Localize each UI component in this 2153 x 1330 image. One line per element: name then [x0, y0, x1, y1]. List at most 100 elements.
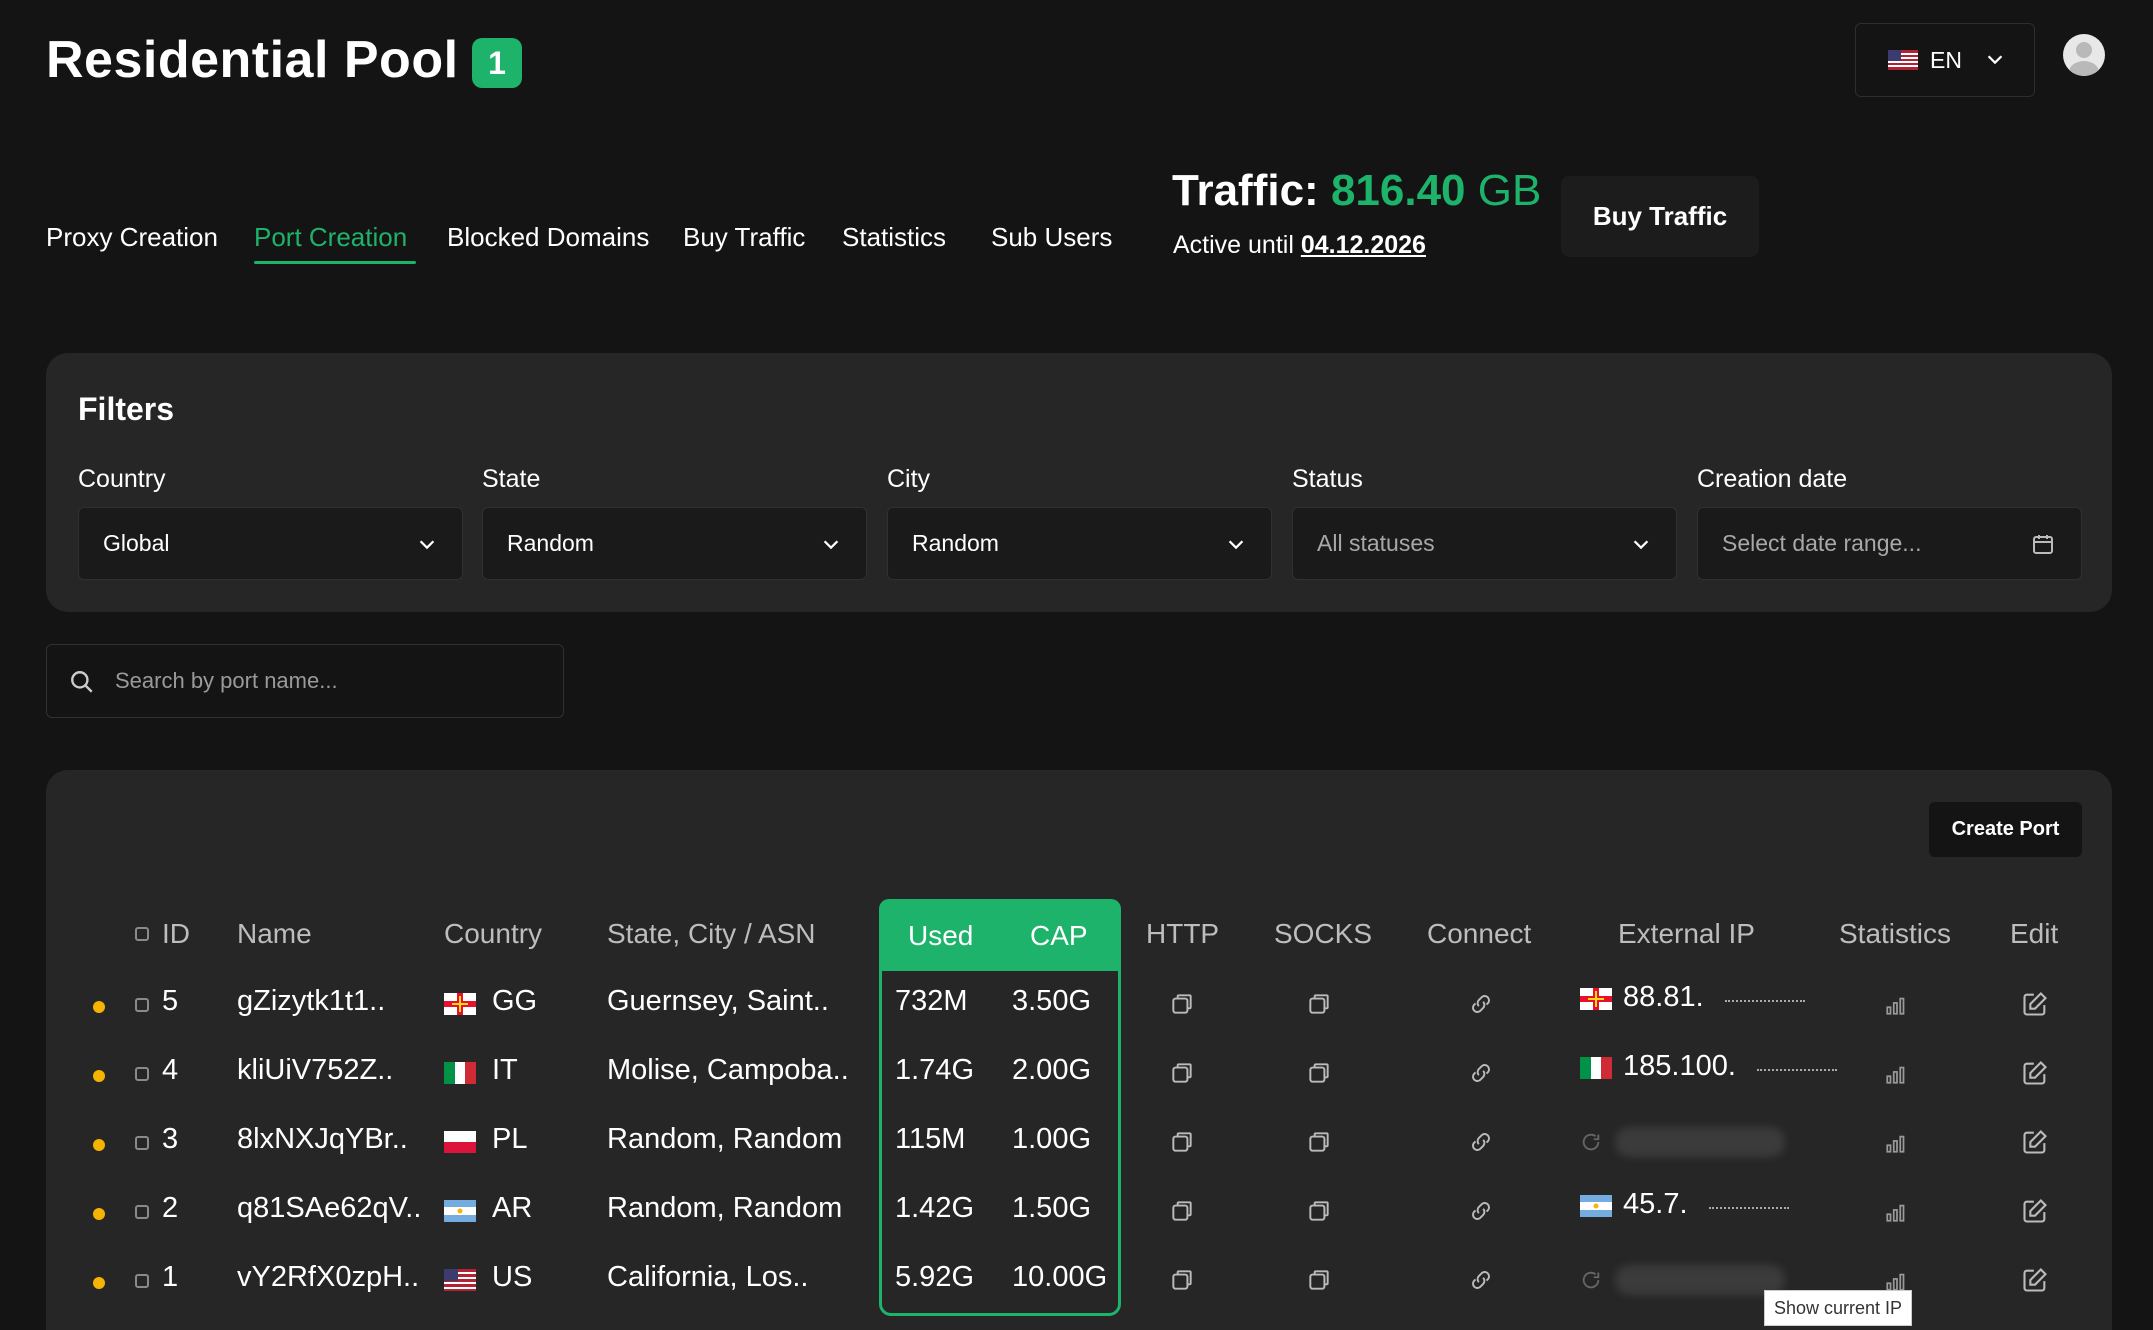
tab-blocked-domains[interactable]: Blocked Domains [447, 222, 649, 253]
select-all-checkbox[interactable] [135, 927, 149, 941]
bar-chart-icon[interactable] [1884, 1129, 1910, 1155]
city-select-value: Random [912, 530, 999, 556]
edit-icon[interactable] [2021, 990, 2049, 1018]
copy-http-button[interactable] [1169, 1060, 1195, 1091]
copy-icon[interactable] [1306, 1129, 1332, 1155]
row-checkbox[interactable] [135, 1067, 149, 1081]
refresh-ip-button[interactable] [1580, 1269, 1602, 1296]
row-checkbox[interactable] [135, 998, 149, 1012]
copy-socks-button[interactable] [1306, 1129, 1332, 1160]
edit-icon[interactable] [2021, 1197, 2049, 1225]
col-external-ip: External IP [1618, 918, 1755, 949]
connect-link-button[interactable] [1468, 1267, 1494, 1298]
link-icon[interactable] [1468, 1060, 1494, 1086]
copy-icon[interactable] [1306, 1267, 1332, 1293]
statistics-button[interactable] [1884, 1129, 1910, 1160]
row-country-flag [444, 993, 476, 1020]
edit-icon[interactable] [2021, 1059, 2049, 1087]
refresh-icon[interactable] [1580, 1269, 1602, 1291]
row-checkbox[interactable] [135, 1136, 149, 1150]
row-checkbox[interactable] [135, 1274, 149, 1288]
copy-socks-button[interactable] [1306, 1060, 1332, 1091]
tab-buy-traffic[interactable]: Buy Traffic [683, 222, 805, 253]
copy-icon[interactable] [1306, 991, 1332, 1017]
copy-icon[interactable] [1169, 1267, 1195, 1293]
copy-socks-button[interactable] [1306, 991, 1332, 1022]
row-name[interactable]: kliUiV752Z.. [237, 1054, 393, 1087]
edit-button[interactable] [2021, 1128, 2049, 1161]
ip-flag [1580, 988, 1612, 1015]
row-name[interactable]: 8lxNXJqYBr.. [237, 1123, 408, 1156]
copy-http-button[interactable] [1169, 1129, 1195, 1160]
count-badge: 1 [472, 38, 522, 88]
col-id[interactable]: ID [162, 918, 190, 950]
bar-chart-icon[interactable] [1884, 1198, 1910, 1224]
col-state-city-asn[interactable]: State, City / ASN [607, 918, 816, 950]
link-icon[interactable] [1468, 991, 1494, 1017]
edit-button[interactable] [2021, 1197, 2049, 1230]
tab-port-creation[interactable]: Port Creation [254, 222, 407, 253]
bar-chart-icon[interactable] [1884, 1060, 1910, 1086]
tab-proxy-creation[interactable]: Proxy Creation [46, 222, 218, 253]
tab-statistics[interactable]: Statistics [842, 222, 946, 253]
copy-socks-button[interactable] [1306, 1267, 1332, 1298]
statistics-button[interactable] [1884, 1198, 1910, 1229]
state-select[interactable]: Random [482, 507, 867, 580]
active-until-date[interactable]: 04.12.2026 [1301, 231, 1426, 259]
copy-http-button[interactable] [1169, 1267, 1195, 1298]
create-port-button[interactable]: Create Port [1929, 802, 2082, 857]
col-country[interactable]: Country [444, 918, 542, 950]
row-id: 1 [162, 1261, 179, 1293]
col-cap[interactable]: CAP [1030, 920, 1088, 952]
search-icon [71, 671, 93, 693]
row-name[interactable]: gZizytk1t1.. [237, 985, 385, 1018]
row-name[interactable]: vY2RfX0zpH.. [237, 1261, 419, 1294]
copy-icon[interactable] [1306, 1060, 1332, 1086]
bar-chart-icon[interactable] [1884, 991, 1910, 1017]
status-select[interactable]: All statuses [1292, 507, 1677, 580]
connect-link-button[interactable] [1468, 991, 1494, 1022]
link-icon[interactable] [1468, 1267, 1494, 1293]
edit-button[interactable] [2021, 990, 2049, 1023]
buy-traffic-button[interactable]: Buy Traffic [1561, 176, 1759, 257]
connect-link-button[interactable] [1468, 1129, 1494, 1160]
connect-link-button[interactable] [1468, 1198, 1494, 1229]
search-input[interactable]: Search by port name... [46, 644, 564, 718]
link-icon[interactable] [1468, 1198, 1494, 1224]
refresh-icon[interactable] [1580, 1131, 1602, 1153]
statistics-button[interactable] [1884, 1060, 1910, 1091]
date-range-input[interactable]: Select date range... [1697, 507, 2082, 580]
copy-http-button[interactable] [1169, 991, 1195, 1022]
city-select[interactable]: Random [887, 507, 1272, 580]
row-country-flag [444, 1131, 476, 1158]
edit-button[interactable] [2021, 1266, 2049, 1299]
calendar-icon[interactable] [2031, 532, 2055, 556]
copy-icon[interactable] [1169, 991, 1195, 1017]
copy-socks-button[interactable] [1306, 1198, 1332, 1229]
copy-icon[interactable] [1169, 1198, 1195, 1224]
tab-sub-users[interactable]: Sub Users [991, 222, 1112, 253]
edit-icon[interactable] [2021, 1128, 2049, 1156]
edit-icon[interactable] [2021, 1266, 2049, 1294]
user-avatar[interactable] [2063, 34, 2105, 76]
row-checkbox[interactable] [135, 1205, 149, 1219]
link-icon[interactable] [1468, 1129, 1494, 1155]
refresh-ip-button[interactable] [1580, 1131, 1602, 1158]
connect-link-button[interactable] [1468, 1060, 1494, 1091]
statistics-button[interactable] [1884, 991, 1910, 1022]
row-used: 115M [895, 1123, 966, 1155]
row-name[interactable]: q81SAe62qV.. [237, 1192, 421, 1225]
gg-flag-icon [444, 993, 476, 1015]
copy-icon[interactable] [1306, 1198, 1332, 1224]
copy-icon[interactable] [1169, 1129, 1195, 1155]
col-socks: SOCKS [1274, 918, 1373, 949]
col-used[interactable]: Used [908, 920, 973, 952]
copy-icon[interactable] [1169, 1060, 1195, 1086]
language-selector[interactable]: EN [1855, 23, 2035, 97]
ar-flag-icon [444, 1200, 476, 1222]
status-dot [93, 1070, 105, 1082]
col-name[interactable]: Name [237, 918, 312, 950]
edit-button[interactable] [2021, 1059, 2049, 1092]
country-select[interactable]: Global [78, 507, 463, 580]
copy-http-button[interactable] [1169, 1198, 1195, 1229]
